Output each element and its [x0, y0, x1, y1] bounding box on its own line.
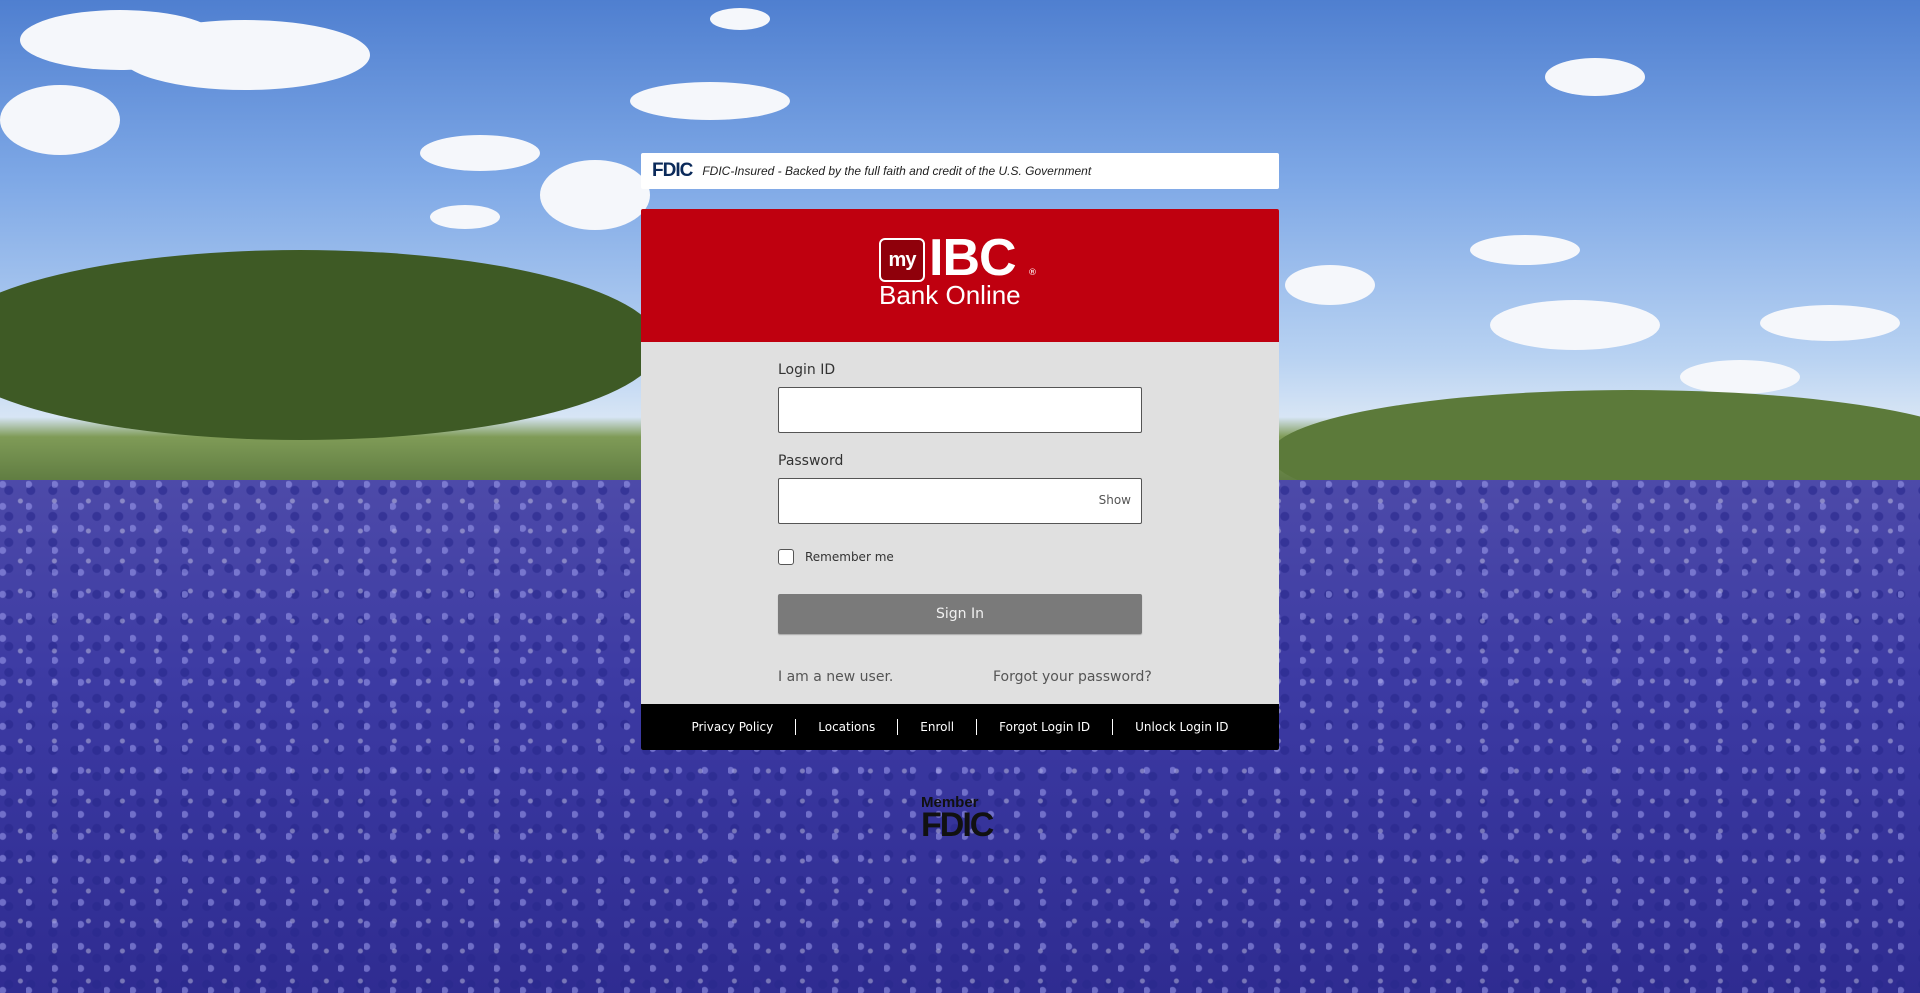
- cloud: [1680, 360, 1800, 394]
- cloud: [1285, 265, 1375, 305]
- cloud: [420, 135, 540, 171]
- cloud: [630, 82, 790, 120]
- logo-ibc: IBC: [929, 229, 1017, 287]
- password-field[interactable]: Show: [778, 478, 1142, 524]
- fdic-banner: FDIC FDIC-Insured - Backed by the full f…: [641, 153, 1279, 189]
- cloud: [1470, 235, 1580, 265]
- cloud: [710, 8, 770, 30]
- login-id-label: Login ID: [778, 362, 836, 378]
- remember-me-label[interactable]: Remember me: [805, 550, 894, 564]
- remember-me[interactable]: Remember me: [778, 549, 894, 565]
- footer-link-enroll[interactable]: Enroll: [920, 720, 954, 734]
- footer-link-privacy-policy[interactable]: Privacy Policy: [691, 720, 773, 734]
- logo-registered: ®: [1028, 268, 1037, 278]
- footer-link-unlock-login-id[interactable]: Unlock Login ID: [1135, 720, 1228, 734]
- tree-line: [0, 250, 660, 440]
- footer-link-locations[interactable]: Locations: [818, 720, 875, 734]
- cloud: [0, 85, 120, 155]
- cloud: [1760, 305, 1900, 341]
- remember-me-checkbox[interactable]: [778, 549, 794, 565]
- logo-my-badge: my: [879, 238, 925, 282]
- new-user-link[interactable]: I am a new user.: [778, 669, 893, 685]
- cloud: [120, 20, 370, 90]
- forgot-password-link[interactable]: Forgot your password?: [993, 669, 1152, 685]
- footer-separator: [976, 719, 978, 735]
- member-fdic-logo: Member FDIC: [921, 795, 1001, 843]
- login-id-field[interactable]: [778, 387, 1142, 433]
- cloud: [1545, 58, 1645, 96]
- cloud: [540, 160, 650, 230]
- cloud: [1490, 300, 1660, 350]
- member-fdic-line2: FDIC: [921, 806, 994, 844]
- login-card: my IBC ® Bank Online Login ID Password S…: [641, 209, 1279, 750]
- password-input[interactable]: [779, 479, 1141, 523]
- show-password-button[interactable]: Show: [1099, 493, 1131, 507]
- login-id-input[interactable]: [779, 388, 1141, 432]
- footer-link-forgot-login-id[interactable]: Forgot Login ID: [999, 720, 1090, 734]
- card-header: my IBC ® Bank Online: [641, 209, 1279, 342]
- logo-subtitle: Bank Online: [879, 280, 1021, 310]
- card-footer: Privacy Policy Locations Enroll Forgot L…: [641, 704, 1279, 750]
- footer-separator: [897, 719, 899, 735]
- cloud: [430, 205, 500, 229]
- myibc-bank-online-logo: my IBC ® Bank Online: [879, 229, 1041, 310]
- footer-separator: [795, 719, 797, 735]
- fdic-logo: FDIC: [652, 160, 693, 181]
- fdic-banner-text: FDIC-Insured - Backed by the full faith …: [702, 164, 1092, 178]
- sign-in-button[interactable]: Sign In: [778, 594, 1142, 634]
- footer-separator: [1112, 719, 1114, 735]
- password-label: Password: [778, 453, 844, 469]
